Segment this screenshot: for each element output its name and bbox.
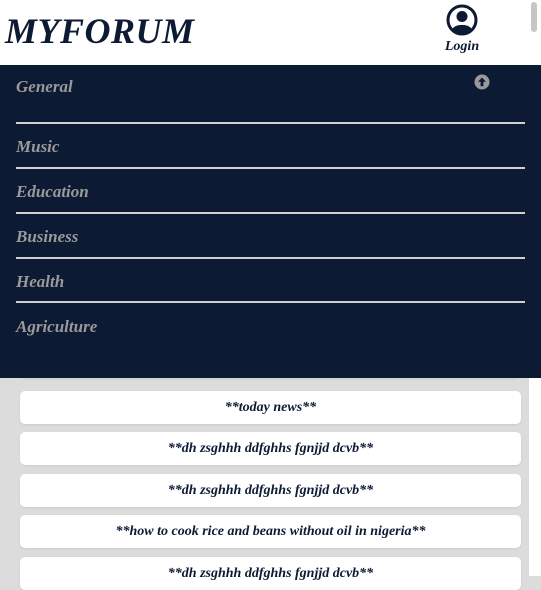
menu-divider (16, 212, 525, 214)
scrollbar-thumb[interactable] (531, 2, 537, 32)
menu-item-music[interactable]: Music (16, 137, 525, 157)
site-logo[interactable]: MYFORUM (5, 10, 195, 52)
menu-item-health[interactable]: Health (16, 272, 525, 292)
site-header: MYFORUM Login (0, 0, 541, 65)
post-item[interactable]: **today news** (20, 391, 521, 424)
post-item[interactable]: **how to cook rice and beans without oil… (20, 515, 521, 548)
menu-item-education[interactable]: Education (16, 182, 525, 202)
post-item[interactable]: **dh zsghhh ddfghhs fgnjjd dcvb** (20, 557, 521, 590)
user-circle-icon (446, 4, 478, 36)
post-item[interactable]: **dh zsghhh ddfghhs fgnjjd dcvb** (20, 432, 521, 465)
login-label: Login (444, 39, 480, 54)
login-button[interactable]: Login (438, 4, 486, 55)
menu-divider (16, 301, 525, 303)
menu-divider (16, 257, 525, 259)
arrow-up-circle-icon[interactable] (474, 74, 490, 90)
menu-item-general[interactable]: General (16, 77, 525, 97)
menu-divider (16, 122, 525, 124)
menu-item-agriculture[interactable]: Agriculture (16, 317, 525, 337)
menu-item-business[interactable]: Business (16, 227, 525, 247)
menu-divider (16, 167, 525, 169)
category-menu: General Music Education Business Health … (0, 65, 541, 378)
post-item[interactable]: **dh zsghhh ddfghhs fgnjjd dcvb** (20, 474, 521, 507)
